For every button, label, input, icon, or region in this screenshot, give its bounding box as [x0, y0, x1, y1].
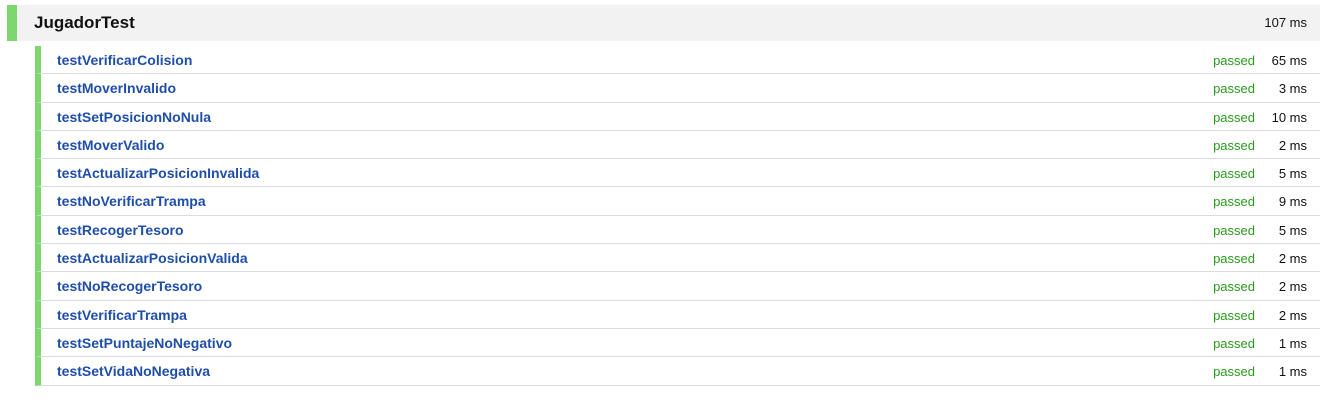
test-duration: 2 ms — [1278, 137, 1307, 153]
test-row: testMoverValido passed 2 ms — [35, 130, 1320, 160]
test-status: passed — [1213, 166, 1255, 182]
test-row: testSetPosicionNoNula passed 10 ms — [35, 102, 1320, 131]
test-status: passed — [1213, 222, 1255, 238]
test-name-link[interactable]: testActualizarPosicionInvalida — [57, 165, 259, 181]
test-row: testActualizarPosicionValida passed 2 ms — [35, 244, 1320, 273]
test-row: testMoverInvalido passed 3 ms — [35, 74, 1320, 103]
test-duration: 2 ms — [1278, 279, 1307, 295]
test-list: testVerificarColision passed 65 ms testM… — [35, 46, 1320, 386]
test-name-link[interactable]: testMoverInvalido — [57, 80, 176, 96]
test-name-link[interactable]: testMoverValido — [57, 137, 164, 153]
suite-duration: 107 ms — [1264, 15, 1307, 30]
test-name-link[interactable]: testVerificarTrampa — [57, 307, 187, 323]
test-status: passed — [1213, 194, 1255, 210]
test-duration: 1 ms — [1278, 364, 1307, 380]
suite-name: JugadorTest — [34, 13, 135, 32]
test-suite: JugadorTest 107 ms — [7, 5, 1320, 41]
test-name-link[interactable]: testNoRecogerTesoro — [57, 278, 202, 294]
test-status: passed — [1213, 364, 1255, 380]
test-status: passed — [1213, 279, 1255, 295]
test-row: testNoRecogerTesoro passed 2 ms — [35, 272, 1320, 301]
test-name-link[interactable]: testNoVerificarTrampa — [57, 193, 206, 209]
test-status: passed — [1213, 109, 1255, 125]
test-name-link[interactable]: testSetPuntajeNoNegativo — [57, 335, 232, 351]
test-status: passed — [1213, 251, 1255, 267]
test-name-link[interactable]: testSetPosicionNoNula — [57, 109, 211, 125]
test-name-link[interactable]: testActualizarPosicionValida — [57, 250, 248, 266]
test-status: passed — [1213, 81, 1255, 97]
test-duration: 1 ms — [1278, 335, 1307, 351]
test-name-link[interactable]: testRecogerTesoro — [57, 222, 184, 238]
test-status: passed — [1213, 307, 1255, 323]
test-name-link[interactable]: testVerificarColision — [57, 52, 192, 68]
test-name-link[interactable]: testSetVidaNoNegativa — [57, 363, 210, 379]
test-row: testSetPuntajeNoNegativo passed 1 ms — [35, 328, 1320, 358]
test-duration: 65 ms — [1271, 53, 1307, 68]
test-row: testSetVidaNoNegativa passed 1 ms — [35, 357, 1320, 386]
test-row: testRecogerTesoro passed 5 ms — [35, 215, 1320, 245]
test-duration: 2 ms — [1278, 251, 1307, 267]
test-row: testVerificarTrampa passed 2 ms — [35, 300, 1320, 329]
test-row: testNoVerificarTrampa passed 9 ms — [35, 187, 1320, 216]
test-duration: 2 ms — [1278, 307, 1307, 323]
test-status: passed — [1213, 53, 1255, 68]
test-duration: 10 ms — [1271, 109, 1307, 125]
test-duration: 5 ms — [1278, 222, 1307, 238]
test-status: passed — [1213, 335, 1255, 351]
test-duration: 9 ms — [1278, 194, 1307, 210]
test-row: testActualizarPosicionInvalida passed 5 … — [35, 159, 1320, 188]
test-status: passed — [1213, 137, 1255, 153]
suite-header[interactable]: JugadorTest 107 ms — [7, 5, 1320, 41]
test-duration: 3 ms — [1278, 81, 1307, 97]
test-duration: 5 ms — [1278, 166, 1307, 182]
test-row: testVerificarColision passed 65 ms — [35, 46, 1320, 75]
